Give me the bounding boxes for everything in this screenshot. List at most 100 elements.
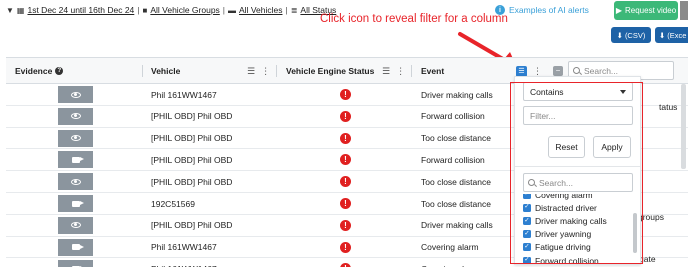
active-filter-icon[interactable]: ☰ bbox=[516, 65, 527, 77]
alert-status-icon: ! bbox=[340, 198, 351, 209]
event-cell: Covering alarm bbox=[421, 258, 479, 267]
alert-status-icon: ! bbox=[340, 89, 351, 100]
filter-operator-value: Contains bbox=[530, 86, 564, 97]
column-filter-popup: Contains Filter... Reset Apply Search...… bbox=[514, 76, 641, 265]
checkbox-checked-icon[interactable]: ✓ bbox=[523, 203, 531, 212]
truck-icon: ■ bbox=[142, 5, 148, 15]
column-separator[interactable] bbox=[142, 65, 143, 77]
filter-option-label: Driver yawning bbox=[535, 229, 592, 240]
calendar-icon: ▦ bbox=[16, 5, 25, 15]
filter-lines-icon[interactable]: ☰ bbox=[382, 66, 390, 77]
filter-option[interactable]: ✓ Distracted driver bbox=[523, 201, 597, 214]
evidence-button[interactable] bbox=[58, 129, 93, 147]
grid-scrollbar[interactable] bbox=[681, 84, 686, 169]
date-range-link[interactable]: 1st Dec 24 until 16th Dec 24 bbox=[27, 5, 134, 15]
more-button[interactable] bbox=[680, 1, 688, 20]
vehicle-cell: Phil 161WW1467 bbox=[151, 242, 217, 253]
video-icon bbox=[71, 200, 84, 207]
export-csv-button[interactable]: ⬇ (CSV) bbox=[611, 27, 651, 43]
vehicles-link[interactable]: All Vehicles bbox=[239, 5, 282, 15]
video-icon bbox=[71, 156, 84, 163]
filter-lines-icon[interactable]: ☰ bbox=[247, 66, 255, 77]
event-cell: Forward collision bbox=[421, 154, 485, 165]
evidence-button[interactable] bbox=[58, 216, 93, 234]
divider bbox=[515, 166, 640, 167]
separator: | bbox=[285, 5, 288, 15]
filter-placeholder: Filter... bbox=[530, 110, 556, 121]
eye-icon bbox=[70, 222, 81, 229]
evidence-button[interactable] bbox=[58, 173, 93, 191]
video-icon bbox=[71, 244, 84, 251]
ai-alerts-link[interactable]: i Examples of AI alerts bbox=[495, 5, 589, 15]
vehicle-cell: [PHIL OBD] Phil OBD bbox=[151, 111, 233, 122]
filter-values-search-input[interactable]: Search... bbox=[523, 173, 633, 192]
filter-option[interactable]: ✓ Forward collision bbox=[523, 254, 599, 264]
alert-status-icon: ! bbox=[340, 176, 351, 188]
checkbox-checked-icon[interactable]: ✓ bbox=[523, 243, 531, 252]
alert-status-icon: ! bbox=[340, 241, 351, 253]
export-csv-label: (CSV) bbox=[624, 30, 646, 40]
vehicle-column-tools: ☰ ⋮ bbox=[247, 58, 270, 84]
apply-button[interactable]: Apply bbox=[593, 136, 631, 158]
gate-text-fragment: gate bbox=[639, 254, 656, 264]
filter-operator-select[interactable]: Contains bbox=[523, 82, 633, 101]
column-separator[interactable] bbox=[276, 65, 277, 77]
download-icon: ⬇ bbox=[616, 30, 623, 40]
column-header-vehicle[interactable]: Vehicle bbox=[151, 58, 180, 84]
filter-option[interactable]: ✓ Covering alarm bbox=[523, 194, 593, 201]
vehicle-cell: Phil 161WW1467 bbox=[151, 89, 217, 100]
filter-option[interactable]: ✓ Driver making calls bbox=[523, 214, 607, 227]
filter-option[interactable]: ✓ Driver yawning bbox=[523, 228, 591, 241]
column-header-label: Vehicle Engine Status bbox=[286, 66, 375, 76]
evidence-button[interactable] bbox=[58, 260, 93, 267]
column-menu-icon[interactable]: ⋮ bbox=[533, 66, 542, 77]
collapse-icon[interactable]: − bbox=[553, 66, 563, 76]
video-icon: ▶ bbox=[615, 6, 622, 15]
car-icon: ▬ bbox=[228, 5, 237, 15]
filter-option[interactable]: ✓ Fatigue driving bbox=[523, 241, 591, 254]
vehicle-cell: 192C51569 bbox=[151, 198, 195, 209]
evidence-button[interactable] bbox=[58, 107, 93, 125]
checkbox-checked-icon[interactable]: ✓ bbox=[523, 230, 531, 239]
help-icon[interactable]: ? bbox=[55, 67, 64, 75]
vehicle-cell: [PHIL OBD] Phil OBD bbox=[151, 133, 233, 144]
evidence-button[interactable] bbox=[58, 151, 93, 169]
vehicle-cell: [PHIL OBD] Phil OBD bbox=[151, 220, 233, 231]
column-menu-icon[interactable]: ⋮ bbox=[396, 66, 405, 77]
export-excel-label: (Exce bbox=[667, 30, 687, 40]
vehicle-cell: Phil 161WW1467 bbox=[151, 258, 217, 267]
column-menu-icon[interactable]: ⋮ bbox=[261, 66, 270, 77]
reset-button[interactable]: Reset bbox=[548, 136, 585, 158]
groups-text-fragment: groups bbox=[638, 212, 664, 222]
request-video-button[interactable]: ▶ Request video bbox=[614, 1, 678, 20]
search-icon bbox=[528, 179, 535, 186]
vehicle-cell: [PHIL OBD] Phil OBD bbox=[151, 154, 233, 165]
evidence-button[interactable] bbox=[58, 238, 93, 256]
checkbox-checked-icon[interactable]: ✓ bbox=[523, 194, 531, 199]
event-cell: Too close distance bbox=[421, 176, 491, 187]
alert-status-icon: ! bbox=[340, 154, 351, 166]
column-header-label: Event bbox=[421, 66, 445, 76]
evidence-button[interactable] bbox=[58, 195, 93, 212]
evidence-button[interactable] bbox=[58, 86, 93, 103]
export-excel-button[interactable]: ⬇ (Exce bbox=[655, 27, 688, 43]
ai-alerts-label: Examples of AI alerts bbox=[509, 5, 589, 15]
filter-option-label: Distracted driver bbox=[535, 202, 597, 213]
column-header-event[interactable]: Event bbox=[421, 58, 444, 84]
status-text-fragment: tatus bbox=[659, 102, 678, 112]
search-icon bbox=[573, 67, 580, 74]
checkbox-checked-icon[interactable]: ✓ bbox=[523, 256, 531, 264]
filter-text-input[interactable]: Filter... bbox=[523, 106, 633, 125]
filter-values-list: ✓ Covering alarm ✓ Distracted driver ✓ Driver… bbox=[521, 194, 633, 264]
alert-status-icon: ! bbox=[340, 263, 351, 267]
alert-status-icon: ! bbox=[340, 110, 351, 122]
download-icon: ⬇ bbox=[659, 30, 666, 40]
request-video-label: Request video bbox=[625, 6, 677, 15]
vehicle-groups-link[interactable]: All Vehicle Groups bbox=[150, 5, 219, 15]
column-header-engine-status[interactable]: Vehicle Engine Status bbox=[286, 58, 374, 84]
checkbox-checked-icon[interactable]: ✓ bbox=[523, 216, 531, 225]
filter-icon[interactable]: ▼ bbox=[6, 6, 14, 15]
column-header-evidence[interactable]: Evidence ? bbox=[15, 58, 64, 84]
filter-list-scrollbar[interactable] bbox=[633, 213, 637, 253]
column-separator[interactable] bbox=[411, 65, 412, 77]
